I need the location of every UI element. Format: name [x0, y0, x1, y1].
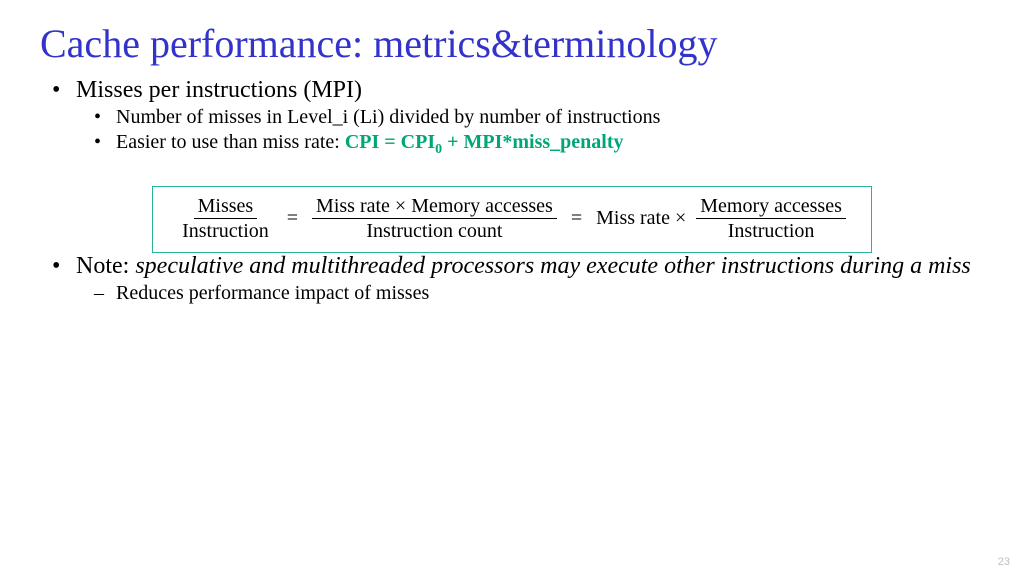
sub-list-2: Reduces performance impact of misses [94, 282, 984, 305]
bullet-list: Misses per instructions (MPI) Number of … [52, 77, 984, 158]
cpi-formula-a: CPI = CPI [345, 131, 435, 153]
formula-box: Misses Instruction = Miss rate × Memory … [152, 186, 872, 253]
note-prefix: Note: [76, 253, 135, 279]
equals-1: = [283, 207, 302, 230]
sub-cpi-prefix: Easier to use than miss rate: [116, 131, 345, 153]
bullet-note: Note: speculative and multithreaded proc… [52, 253, 984, 305]
frac-memacc-instruction: Memory accesses Instruction [696, 195, 846, 242]
frac1-num: Misses [194, 195, 258, 219]
bullet-list-2: Note: speculative and multithreaded proc… [52, 253, 984, 305]
sub-cpi-formula: Easier to use than miss rate: CPI = CPI0… [94, 131, 984, 158]
sub-mpi-defn-text: Number of misses in Level_i (Li) divided… [116, 106, 660, 128]
sub-reduces-impact: Reduces performance impact of misses [94, 282, 984, 305]
sub-reduces-impact-text: Reduces performance impact of misses [116, 282, 429, 304]
page-number: 23 [998, 556, 1010, 568]
slide: Cache performance: metrics&terminology M… [0, 0, 1024, 576]
frac2-den: Instruction count [362, 219, 506, 242]
frac3-den: Instruction [724, 219, 819, 242]
frac-misses-instruction: Misses Instruction [178, 195, 273, 242]
frac2-num: Miss rate × Memory accesses [312, 195, 557, 219]
miss-rate-times: Miss rate × [596, 207, 686, 230]
frac1-den: Instruction [178, 219, 273, 242]
frac3-num: Memory accesses [696, 195, 846, 219]
equals-2: = [567, 207, 586, 230]
sub-mpi-defn: Number of misses in Level_i (Li) divided… [94, 106, 984, 129]
cpi-formula: CPI = CPI0 + MPI*miss_penalty [345, 131, 624, 153]
slide-title: Cache performance: metrics&terminology [40, 20, 984, 67]
sub-list-1: Number of misses in Level_i (Li) divided… [94, 106, 984, 158]
bullet-mpi: Misses per instructions (MPI) Number of … [52, 77, 984, 158]
note-italic: speculative and multithreaded processors… [135, 253, 970, 279]
cpi-formula-b: + MPI*miss_penalty [442, 131, 623, 153]
frac-missrate-memacc: Miss rate × Memory accesses Instruction … [312, 195, 557, 242]
bullet-mpi-text: Misses per instructions (MPI) [76, 77, 362, 103]
